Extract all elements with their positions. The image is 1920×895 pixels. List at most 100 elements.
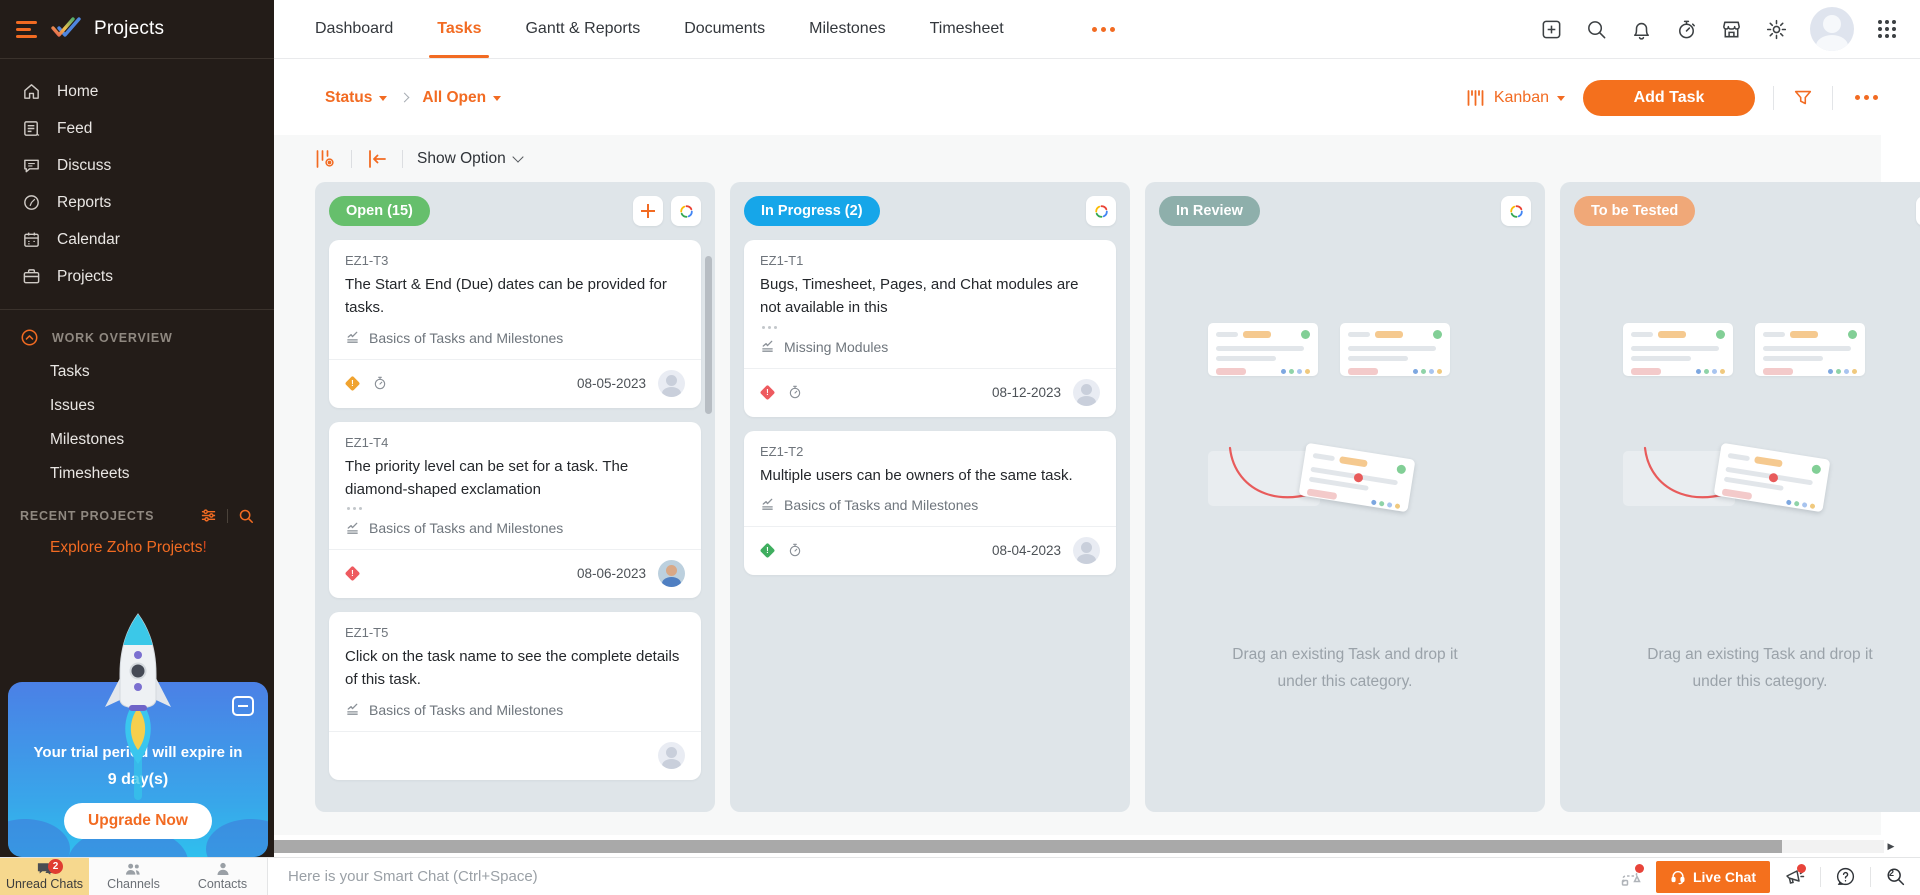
trial-message: Your trial period will expire in 9 day(s… (8, 740, 268, 793)
empty-column-content: Drag an existing Task and drop it under … (1574, 323, 1920, 695)
task-id: EZ1-T2 (760, 444, 1100, 459)
assignee-avatar[interactable] (658, 560, 685, 587)
add-task-button[interactable]: Add Task (1583, 80, 1755, 116)
priority-diamond-icon[interactable] (760, 384, 776, 400)
kanban-settings-icon[interactable] (315, 149, 337, 169)
sidebar-item-timesheets[interactable]: Timesheets (0, 457, 274, 491)
smart-chat-input-area (267, 858, 1620, 895)
scrollbar-thumb[interactable] (272, 840, 1782, 853)
assignee-avatar[interactable] (658, 370, 685, 397)
tab-gantt-reports[interactable]: Gantt & Reports (525, 0, 640, 58)
explore-zoho-projects-link[interactable]: Explore Zoho Projects! (0, 530, 274, 566)
help-icon[interactable] (1835, 866, 1856, 887)
sidebar-item-issues[interactable]: Issues (0, 389, 274, 423)
settings-gear-icon[interactable] (1765, 18, 1788, 41)
minimize-banner-icon[interactable] (232, 696, 254, 716)
view-selector-kanban[interactable]: Kanban (1466, 89, 1565, 107)
refresh-column-icon[interactable] (1501, 196, 1531, 226)
sidebar-item-reports[interactable]: Reports (0, 184, 274, 221)
notifications-bell-icon[interactable] (1630, 18, 1653, 41)
refresh-column-icon[interactable] (671, 196, 701, 226)
column-to-be-tested: To be Tested (1560, 182, 1920, 812)
filter-sliders-icon[interactable] (200, 507, 217, 524)
zoho-projects-logo-icon (50, 16, 82, 42)
due-date: 08-04-2023 (992, 543, 1061, 558)
projects-briefcase-icon (22, 267, 41, 286)
column-in-review: In Review (1145, 182, 1545, 812)
tab-tasks[interactable]: Tasks (437, 0, 481, 58)
user-avatar[interactable] (1810, 7, 1854, 51)
assignee-avatar[interactable] (1073, 379, 1100, 406)
marketplace-icon[interactable] (1720, 18, 1743, 41)
hamburger-menu-icon[interactable] (16, 21, 38, 38)
smart-chat-input[interactable] (288, 868, 1188, 885)
scrollbar-track[interactable] (272, 840, 1884, 853)
top-navigation-bar: Dashboard Tasks Gantt & Reports Document… (274, 0, 1920, 59)
channels-tab[interactable]: Channels (89, 858, 178, 895)
timer-log-icon[interactable] (787, 542, 803, 558)
sidebar-item-calendar[interactable]: Calendar (0, 221, 274, 258)
task-card[interactable]: EZ1-T2 Multiple users can be owners of t… (744, 431, 1116, 575)
more-tabs-icon[interactable] (1092, 27, 1115, 32)
column-scrollbar[interactable] (705, 256, 712, 414)
live-chat-button[interactable]: Live Chat (1656, 861, 1770, 893)
timer-icon[interactable] (1675, 18, 1698, 41)
scroll-right-arrow-icon[interactable]: ▶ (1884, 839, 1898, 853)
add-new-icon[interactable] (1540, 18, 1563, 41)
tab-timesheet[interactable]: Timesheet (930, 0, 1004, 58)
task-title: Click on the task name to see the comple… (345, 645, 685, 692)
sidebar: Projects Home Feed Discuss Reports Calen… (0, 0, 274, 857)
upgrade-now-button[interactable]: Upgrade Now (64, 803, 212, 839)
column-open: Open (15) EZ1-T3 The Start & End (Due) d… (315, 182, 715, 812)
task-card[interactable]: EZ1-T4 The priority level can be set for… (329, 422, 701, 599)
sidebar-search-icon[interactable] (238, 508, 254, 524)
home-icon (22, 82, 41, 101)
divider (0, 309, 274, 310)
task-card[interactable]: EZ1-T1 Bugs, Timesheet, Pages, and Chat … (744, 240, 1116, 417)
show-option-dropdown[interactable]: Show Option (417, 150, 522, 168)
card-footer: 08-06-2023 (345, 560, 685, 587)
timer-log-icon[interactable] (787, 384, 803, 400)
priority-diamond-icon[interactable] (760, 542, 776, 558)
task-card[interactable]: EZ1-T5 Click on the task name to see the… (329, 612, 701, 780)
sidebar-item-feed[interactable]: Feed (0, 110, 274, 147)
sidebar-item-home[interactable]: Home (0, 73, 274, 110)
card-footer (345, 742, 685, 769)
unread-chats-tab[interactable]: 2 Unread Chats (0, 858, 89, 895)
sidebar-item-discuss[interactable]: Discuss (0, 147, 274, 184)
more-options-icon[interactable] (1851, 91, 1882, 104)
headset-icon (1670, 869, 1686, 885)
sidebar-item-milestones[interactable]: Milestones (0, 423, 274, 457)
refresh-column-icon[interactable] (1916, 196, 1920, 226)
apps-grid-icon[interactable] (1876, 18, 1898, 40)
work-overview-header[interactable]: WORK OVERVIEW (0, 318, 274, 355)
sidebar-nav: Home Feed Discuss Reports Calendar Proje… (0, 59, 274, 301)
filter-all-open-dropdown[interactable]: All Open (422, 89, 501, 107)
tour-map-icon[interactable] (1620, 867, 1642, 887)
status-dropdown[interactable]: Status (325, 89, 387, 107)
sidebar-item-tasks[interactable]: Tasks (0, 355, 274, 389)
sidebar-item-projects[interactable]: Projects (0, 258, 274, 295)
tab-dashboard[interactable]: Dashboard (315, 0, 393, 58)
task-title: The priority level can be set for a task… (345, 455, 685, 502)
breadcrumb-separator-icon (400, 93, 410, 103)
task-card[interactable]: EZ1-T3 The Start & End (Due) dates can b… (329, 240, 701, 408)
tab-milestones[interactable]: Milestones (809, 0, 885, 58)
zoom-lens-icon[interactable]: 2 (1885, 866, 1906, 887)
collapse-columns-icon[interactable] (366, 149, 388, 169)
app-title: Projects (94, 18, 164, 40)
refresh-column-icon[interactable] (1086, 196, 1116, 226)
contacts-tab[interactable]: Contacts (178, 858, 267, 895)
announcements-megaphone-icon[interactable] (1784, 867, 1806, 887)
priority-diamond-icon[interactable] (345, 566, 361, 582)
priority-diamond-icon[interactable] (345, 375, 361, 391)
task-title: The Start & End (Due) dates can be provi… (345, 273, 685, 320)
assignee-avatar[interactable] (1073, 537, 1100, 564)
assignee-avatar[interactable] (658, 742, 685, 769)
search-icon[interactable] (1585, 18, 1608, 41)
add-task-in-column-button[interactable] (633, 196, 663, 226)
timer-log-icon[interactable] (372, 375, 388, 391)
tab-documents[interactable]: Documents (684, 0, 765, 58)
collapse-section-icon[interactable] (20, 328, 39, 347)
filter-funnel-icon[interactable] (1792, 87, 1814, 109)
